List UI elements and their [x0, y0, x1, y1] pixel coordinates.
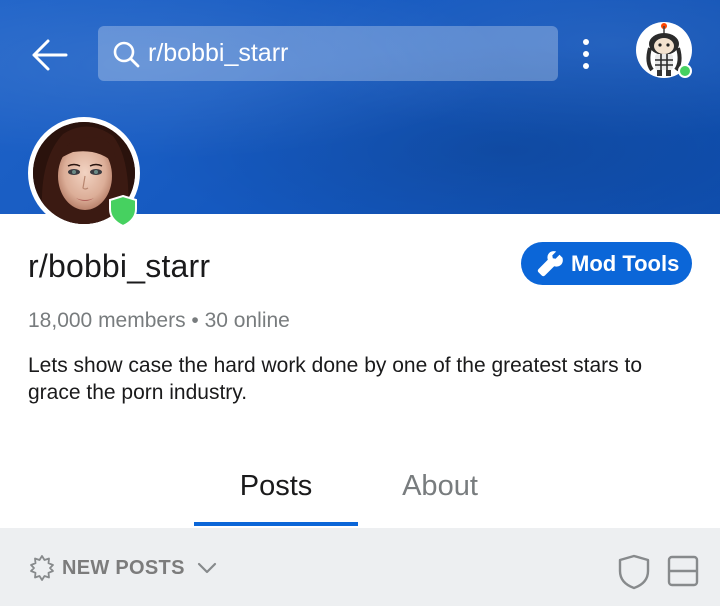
- active-tab-indicator: [194, 522, 358, 526]
- shield-icon[interactable]: [617, 554, 651, 590]
- back-arrow-icon: [32, 39, 68, 71]
- mod-tools-label: Mod Tools: [571, 250, 680, 276]
- mod-tools-button[interactable]: Mod Tools: [521, 242, 692, 285]
- sort-label: NEW POSTS: [62, 556, 185, 579]
- sort-dropdown[interactable]: NEW POSTS: [28, 554, 217, 582]
- back-button[interactable]: [28, 34, 70, 76]
- community-description: Lets show case the hard work done by one…: [28, 354, 643, 404]
- wrench-icon: [537, 250, 563, 276]
- tab-about[interactable]: About: [370, 470, 510, 503]
- card-view-icon[interactable]: [666, 554, 700, 588]
- mod-shield-icon: [109, 195, 137, 227]
- chevron-down-icon: [197, 562, 216, 574]
- user-avatar[interactable]: [636, 18, 692, 78]
- sparkle-icon: [30, 555, 54, 581]
- search-icon: [113, 41, 140, 67]
- sort-bar: NEW POSTS: [0, 528, 720, 606]
- online-status-dot: [678, 64, 692, 78]
- community-tabs: Posts About: [0, 462, 720, 528]
- tab-posts[interactable]: Posts: [194, 470, 358, 503]
- member-stats: 18,000 members • 30 online: [28, 309, 290, 332]
- search-text: r/bobbi_starr: [148, 39, 289, 67]
- kebab-menu-icon: [583, 39, 589, 69]
- overflow-menu-button[interactable]: [574, 36, 598, 72]
- subreddit-name: r/bobbi_starr: [28, 248, 211, 284]
- search-bar[interactable]: r/bobbi_starr: [98, 26, 558, 81]
